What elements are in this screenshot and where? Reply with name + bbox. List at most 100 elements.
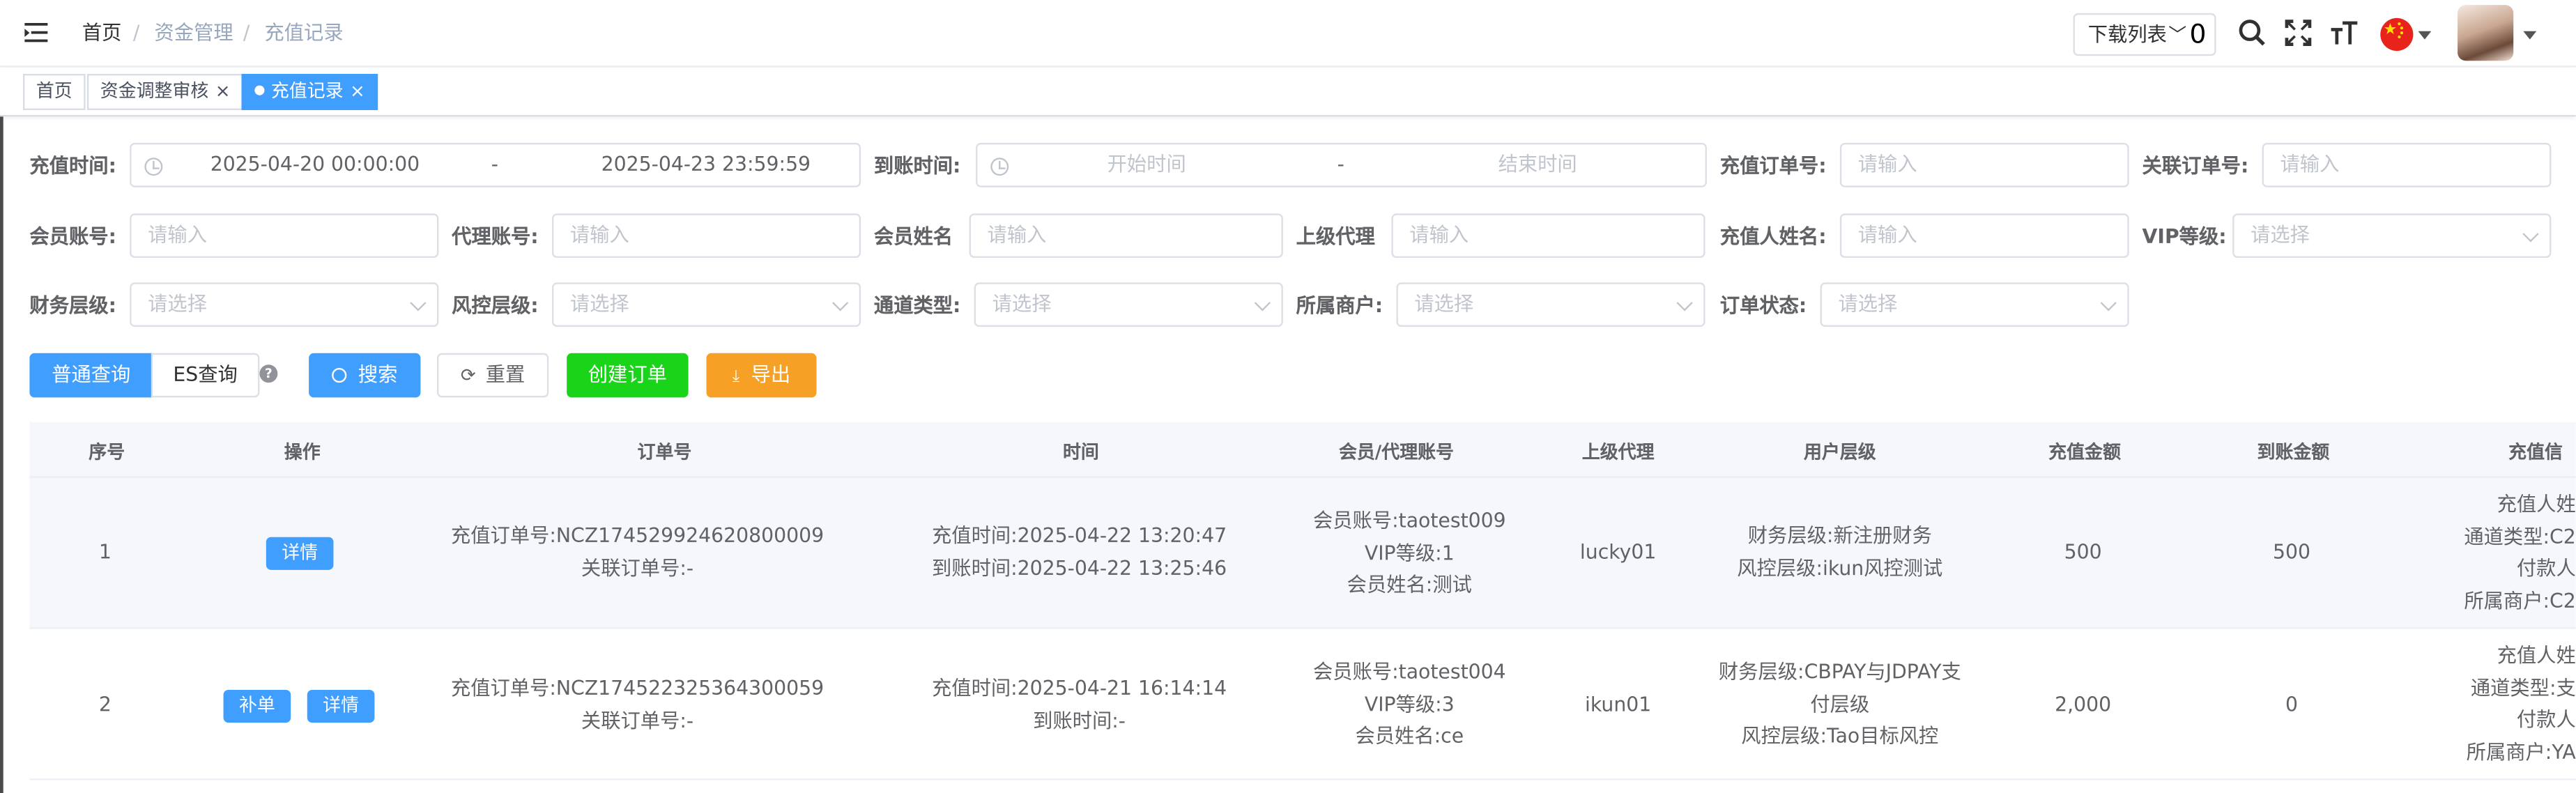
- merchant-label: 所属商户:: [1296, 293, 1383, 317]
- arrival-time-end[interactable]: 结束时间: [1498, 144, 1577, 185]
- agent-account-input[interactable]: 请输入: [551, 213, 861, 259]
- font-size-icon[interactable]: [2329, 18, 2359, 47]
- column-header: 操作: [284, 442, 321, 463]
- tags-view-bar: [0, 68, 2576, 117]
- chevron-down-icon: [2418, 31, 2432, 40]
- recharge-time-range-picker[interactable]: 2025-04-20 00:00:00 - 2025-04-23 23:59:5…: [130, 143, 861, 187]
- tag-fund-adjust-review[interactable]: 资金调整审核 ×: [86, 74, 244, 110]
- risk-level-select[interactable]: 请选择: [551, 282, 861, 328]
- download-icon: ⤓: [732, 367, 740, 386]
- member-account: 会员账号:taotest004: [1312, 660, 1506, 684]
- merchant: 所属商户:YA: [2466, 739, 2576, 763]
- merchant-placeholder: 请选择: [1414, 292, 1474, 316]
- arrived-amount-cell: 0: [2285, 693, 2299, 716]
- search-button-label: 搜索: [358, 362, 398, 386]
- column-header: 用户层级: [1803, 442, 1876, 463]
- export-button[interactable]: ⤓ 导出: [706, 353, 817, 398]
- recharge-time-start[interactable]: 2025-04-20 00:00:00: [210, 144, 420, 185]
- payer-name-label: 充值人姓名:: [1719, 224, 1827, 248]
- create-order-button[interactable]: 创建订单: [567, 353, 689, 398]
- recharge-order-no: 充值订单号:NCZ174522325364300059: [450, 677, 825, 700]
- finance-level-select[interactable]: 请选择: [130, 282, 439, 328]
- chevron-down-icon: [2100, 295, 2117, 311]
- arrival-time-start[interactable]: 开始时间: [1107, 144, 1186, 185]
- merchant-select[interactable]: 请选择: [1396, 282, 1705, 328]
- help-icon[interactable]: ?: [259, 364, 278, 383]
- normal-query-button[interactable]: 普通查询: [29, 353, 153, 398]
- finance-level-label: 财务层级:: [29, 293, 116, 317]
- es-query-button[interactable]: ES查询: [151, 353, 260, 398]
- tag-recharge-records[interactable]: 充值记录 ×: [241, 74, 378, 110]
- avatar[interactable]: [2458, 5, 2514, 61]
- member-name: 会员姓名:测试: [1347, 573, 1472, 596]
- order-number-cell: 充值订单号:NCZ174522325364300059 关联订单号:-: [399, 673, 876, 737]
- channel-type: 通道类型:C2: [2464, 525, 2576, 548]
- recharge-order-no-label: 充值订单号:: [1719, 154, 1827, 178]
- agent-account-label: 代理账号:: [452, 224, 539, 248]
- chevron-down-icon: [1676, 295, 1693, 311]
- recharge-order-no-input[interactable]: 请输入: [1839, 143, 2129, 187]
- arrival-time-range-picker[interactable]: 开始时间 - 结束时间: [976, 143, 1707, 187]
- related-order-no: 关联订单号:-: [581, 709, 694, 732]
- payer-name-input[interactable]: 请输入: [1839, 213, 2129, 259]
- superior-agent-input[interactable]: 请输入: [1391, 213, 1705, 259]
- recharge-info-cell: 充值人姓 通道类型:支 付款人 所属商户:YA: [2428, 640, 2576, 769]
- hamburger-icon[interactable]: [23, 20, 49, 46]
- member-name-input[interactable]: 请输入: [969, 213, 1283, 259]
- risk-level-label: 风控层级:: [452, 293, 539, 317]
- chevron-down-icon: [831, 295, 849, 311]
- supplement-order-button[interactable]: 补单: [223, 689, 291, 723]
- payer-name: 充值人姓: [2497, 493, 2576, 516]
- row-index: 2: [98, 693, 112, 716]
- vip-level-select[interactable]: 请选择: [2232, 213, 2552, 259]
- detail-button[interactable]: 详情: [307, 689, 375, 723]
- range-separator: -: [1337, 153, 1344, 176]
- search-icon[interactable]: [2237, 18, 2267, 47]
- fullscreen-icon[interactable]: [2283, 18, 2313, 47]
- close-icon[interactable]: ×: [215, 80, 231, 102]
- risk-level: 风控层级:ikun风控测试: [1737, 555, 1943, 579]
- payer-name: 充值人姓: [2497, 643, 2576, 667]
- member-account-input[interactable]: 请输入: [130, 213, 439, 259]
- breadcrumb-home[interactable]: 首页: [82, 20, 122, 46]
- merchant: 所属商户:C2: [2464, 588, 2576, 612]
- download-count: 0: [2189, 17, 2207, 49]
- export-button-label: 导出: [751, 362, 791, 386]
- column-header: 订单号: [637, 442, 692, 463]
- order-status-select[interactable]: 请选择: [1820, 282, 2129, 328]
- breadcrumb-fund-management[interactable]: 资金管理: [155, 20, 233, 46]
- column-header: 时间: [1062, 442, 1099, 463]
- order-number-cell: 充值订单号:NCZ174529924620800009 关联订单号:-: [399, 521, 876, 585]
- reset-button[interactable]: ⟳ 重置: [436, 353, 549, 398]
- column-header: 序号: [89, 442, 125, 463]
- member-name: 会员姓名:ce: [1355, 724, 1464, 748]
- channel-type-select[interactable]: 请选择: [974, 282, 1283, 328]
- related-order-no-label: 关联订单号:: [2142, 154, 2249, 178]
- column-header: 上级代理: [1581, 442, 1655, 463]
- close-icon[interactable]: ×: [350, 80, 365, 102]
- recharge-time: 充值时间:2025-04-21 16:14:14: [932, 677, 1227, 700]
- search-button[interactable]: 搜索: [309, 353, 421, 398]
- download-list-button[interactable]: 下载列表 ﹀ 0: [2073, 13, 2216, 56]
- column-header: 会员/代理账号: [1338, 442, 1455, 463]
- member-cell: 会员账号:taotest004 VIP等级:3 会员姓名:ce: [1262, 657, 1557, 753]
- superior-agent-label: 上级代理: [1296, 224, 1375, 248]
- recharge-time-end[interactable]: 2025-04-23 23:59:59: [601, 144, 811, 185]
- tag-home[interactable]: 首页: [22, 74, 86, 110]
- breadcrumb-recharge-records: 充值记录: [264, 21, 344, 45]
- arrival-time-label: 到账时间:: [873, 154, 961, 178]
- column-header: 充值金额: [2048, 442, 2121, 463]
- user-level-cell: 财务层级:CBPAY与JDPAY支 付层级 风控层级:Tao目标风控: [1708, 657, 1971, 753]
- chevron-down-icon: [1254, 295, 1271, 311]
- related-order-no-input[interactable]: 请输入: [2262, 143, 2552, 187]
- clock-icon: [990, 157, 1009, 176]
- member-account-label: 会员账号:: [29, 224, 116, 248]
- finance-level: 财务层级:CBPAY与JDPAY支: [1718, 660, 1961, 684]
- payer: 付款人: [2516, 557, 2576, 580]
- detail-button[interactable]: 详情: [266, 537, 334, 570]
- row-index: 1: [98, 540, 112, 564]
- payer: 付款人: [2516, 707, 2576, 731]
- arrival-time: 到账时间:-: [1033, 709, 1126, 732]
- channel-type: 通道类型:支: [2470, 675, 2576, 699]
- china-flag-icon[interactable]: [2379, 17, 2415, 53]
